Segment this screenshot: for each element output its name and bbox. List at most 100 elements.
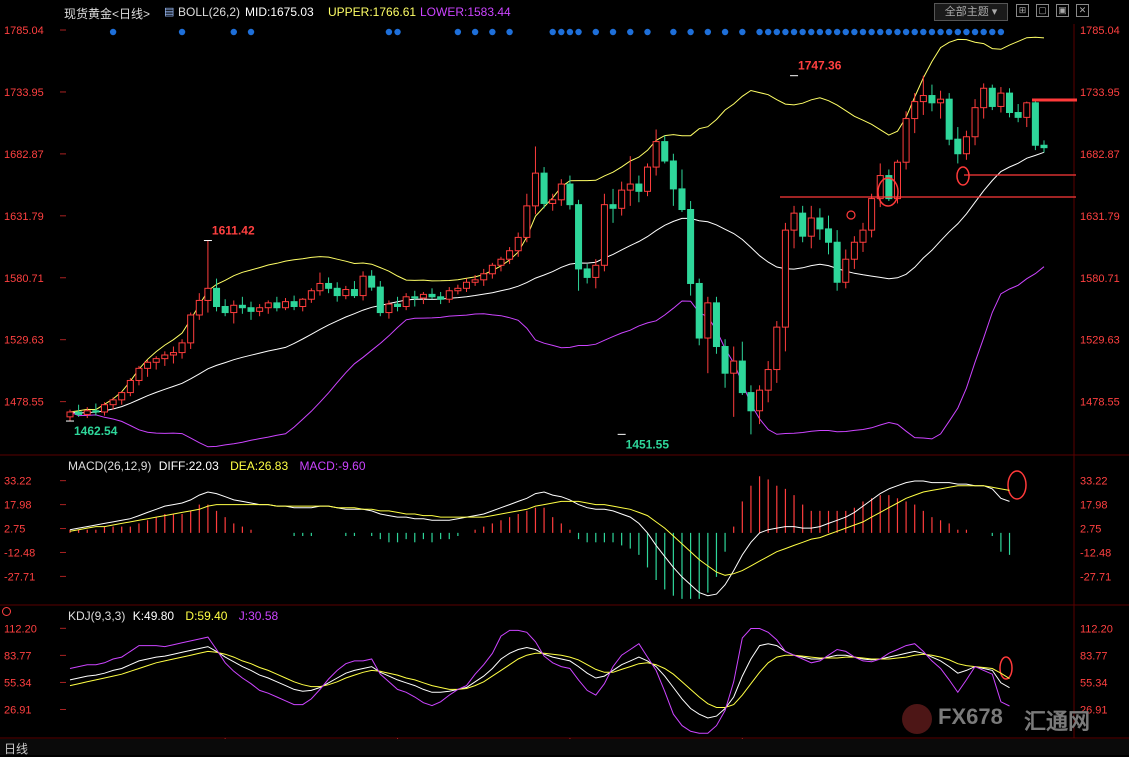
candle-body — [359, 275, 367, 297]
macd-label[interactable]: MACD(26,12,9) — [68, 459, 151, 473]
candle — [781, 222, 789, 352]
candle-body — [919, 95, 927, 103]
signal-dot — [230, 28, 237, 36]
macd-tick-label-left: -27.71 — [4, 571, 35, 583]
boll-bands — [69, 36, 1045, 448]
price-chart[interactable]: 1611.421462.541451.551747.36 1785.04 1785… — [0, 0, 1129, 755]
pane-marker-icon[interactable] — [2, 607, 11, 616]
candle — [221, 299, 229, 317]
candle — [833, 230, 841, 291]
candle-body — [738, 360, 746, 394]
signal-dot — [739, 28, 746, 36]
candle-body — [911, 101, 919, 120]
candle — [169, 346, 177, 364]
candle — [557, 179, 565, 206]
signal-dot — [178, 28, 186, 36]
price-tick-label-left: 1631.79 — [4, 211, 44, 223]
candle — [325, 277, 333, 294]
candle — [497, 256, 505, 272]
candle-body — [635, 183, 643, 192]
candle — [333, 282, 341, 302]
kdj-label[interactable]: KDJ(9,3,3) — [68, 609, 125, 623]
candle — [635, 175, 643, 203]
candle — [161, 351, 169, 366]
signal-dot — [885, 28, 893, 36]
candle-body — [549, 199, 557, 204]
candle-body — [928, 95, 936, 104]
price-tick-label-right: 1529.63 — [1080, 335, 1120, 347]
kdj-tick-label-left: 55.34 — [4, 677, 32, 689]
candle-body — [307, 290, 315, 300]
candle — [299, 298, 307, 312]
candle-body — [945, 98, 953, 140]
candle-body — [540, 172, 548, 204]
candle-body — [687, 209, 695, 284]
candle-body — [480, 273, 488, 281]
candle-body — [290, 301, 298, 308]
candle-body — [764, 369, 772, 391]
candle — [549, 193, 557, 211]
signal-dot — [833, 28, 841, 36]
macd-diff-line — [69, 480, 1010, 597]
signal-dot — [627, 28, 634, 36]
candle — [307, 288, 315, 303]
signal-dot — [609, 28, 617, 36]
kdj-k-value: K:49.80 — [132, 609, 175, 623]
candle — [971, 99, 979, 146]
candle-body — [695, 282, 703, 339]
kdj-k-line — [69, 643, 1010, 719]
signal-dot — [558, 28, 565, 36]
candle-body — [730, 360, 738, 374]
candle-body — [747, 392, 755, 412]
signal-dot — [816, 28, 824, 36]
candle-body — [454, 287, 462, 292]
macd-tick-label-left: 2.75 — [4, 524, 25, 536]
candle-body — [230, 304, 238, 314]
candle — [187, 312, 195, 349]
candle-body — [799, 212, 807, 237]
signal-dot — [808, 28, 815, 36]
candle-body — [178, 342, 186, 354]
candle — [316, 272, 324, 296]
candle — [204, 240, 212, 313]
period-tab-daily[interactable]: 日线 — [4, 740, 28, 757]
candle-body — [850, 241, 858, 260]
price-annotations: 1611.42 1462.54 1451.55 1747.36 — [66, 59, 842, 451]
candle-body — [325, 282, 333, 289]
candle-body — [514, 236, 522, 252]
candle — [394, 296, 402, 312]
signal-dot — [825, 28, 832, 36]
candle-body — [652, 141, 660, 168]
candle-body — [600, 204, 608, 266]
candle — [273, 296, 281, 312]
candle — [247, 301, 255, 320]
candle — [988, 84, 996, 111]
candle-body — [988, 87, 996, 107]
candle — [945, 93, 953, 146]
macd-tick-label-right: 2.75 — [1080, 524, 1101, 536]
candle-body — [937, 98, 945, 104]
candle-body — [592, 264, 600, 278]
candle-body — [557, 183, 565, 201]
candle-body — [100, 404, 108, 413]
macd-tick-label-right: -12.48 — [1080, 547, 1111, 559]
candle — [652, 129, 660, 176]
candle — [238, 296, 246, 314]
price-tick-label-left: 1785.04 — [4, 25, 44, 37]
signal-dot — [920, 28, 927, 36]
signal-dot — [471, 28, 479, 36]
macd-tick-label-left: 33.22 — [4, 476, 32, 488]
signal-dot — [454, 28, 462, 36]
candle-body — [773, 326, 781, 371]
macd-tick-label-right: -27.71 — [1080, 571, 1111, 583]
candle-body — [721, 346, 729, 374]
candle — [902, 111, 910, 170]
signal-dot — [764, 28, 772, 36]
candle — [514, 232, 522, 257]
candle — [523, 193, 531, 243]
candle — [609, 188, 617, 223]
price-tick-label-left: 1529.63 — [4, 335, 44, 347]
signal-dot — [937, 28, 944, 36]
candle-body — [609, 204, 617, 209]
signal-dot — [799, 28, 806, 36]
